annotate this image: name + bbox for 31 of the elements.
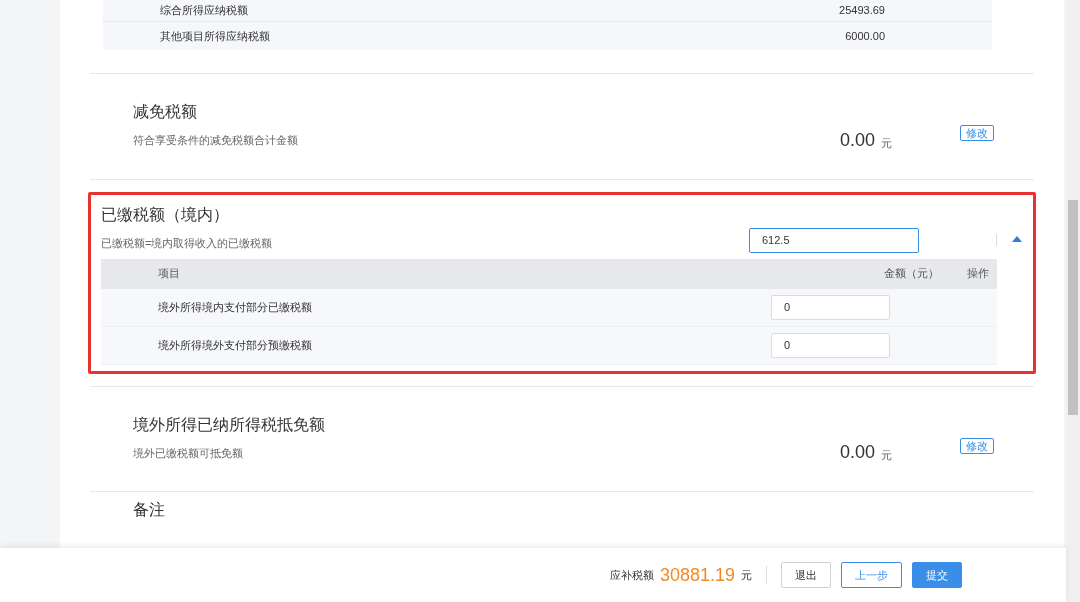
section-title: 境外所得已纳所得税抵免额: [133, 414, 326, 435]
amount-input[interactable]: 0: [771, 332, 890, 358]
footer-button[interactable]: 退出: [781, 562, 831, 588]
table-cell-text: 其他项目所得应纳税额: [160, 28, 271, 44]
column-header: 操作: [966, 266, 990, 282]
amount-unit: 元: [881, 450, 893, 461]
table-cell-text: 综合所得应纳税额: [160, 3, 249, 19]
footer-button[interactable]: 上一步: [841, 562, 902, 588]
tax-input[interactable]: 612.5: [749, 227, 919, 253]
section-description: 已缴税额=境内取得收入的已缴税额: [101, 235, 274, 251]
amount-unit: 元: [881, 137, 893, 149]
amount-value: 0.00: [840, 443, 876, 461]
table-cell-text: 25493.69: [838, 3, 885, 19]
column-header: 金额（元）: [883, 266, 939, 282]
amount-input[interactable]: 0: [771, 294, 890, 320]
edit-button[interactable]: 修改: [960, 437, 994, 454]
section-description: 符合享受条件的减免税额合计金额: [133, 133, 299, 148]
section-title: 减免税额: [133, 102, 198, 122]
footer-unit: 元: [741, 567, 752, 583]
amount-value: 0.00: [840, 130, 876, 149]
table-cell-text: 境外所得境外支付部分预缴税额: [157, 337, 313, 353]
footer-label: 应补税额: [609, 567, 654, 583]
footer-amount: 30881.19: [659, 563, 735, 587]
table-cell-text: 6000.00: [844, 28, 885, 44]
section-title: 备注: [133, 500, 166, 520]
section-title: 已缴税额（境内）: [101, 204, 230, 225]
section-description: 境外已缴税额可抵免额: [133, 445, 244, 461]
column-header: 项目: [157, 266, 181, 282]
table-cell-text: 境外所得境内支付部分已缴税额: [157, 299, 313, 315]
edit-button[interactable]: 修改: [960, 125, 994, 141]
caret-icon: [1012, 235, 1022, 242]
